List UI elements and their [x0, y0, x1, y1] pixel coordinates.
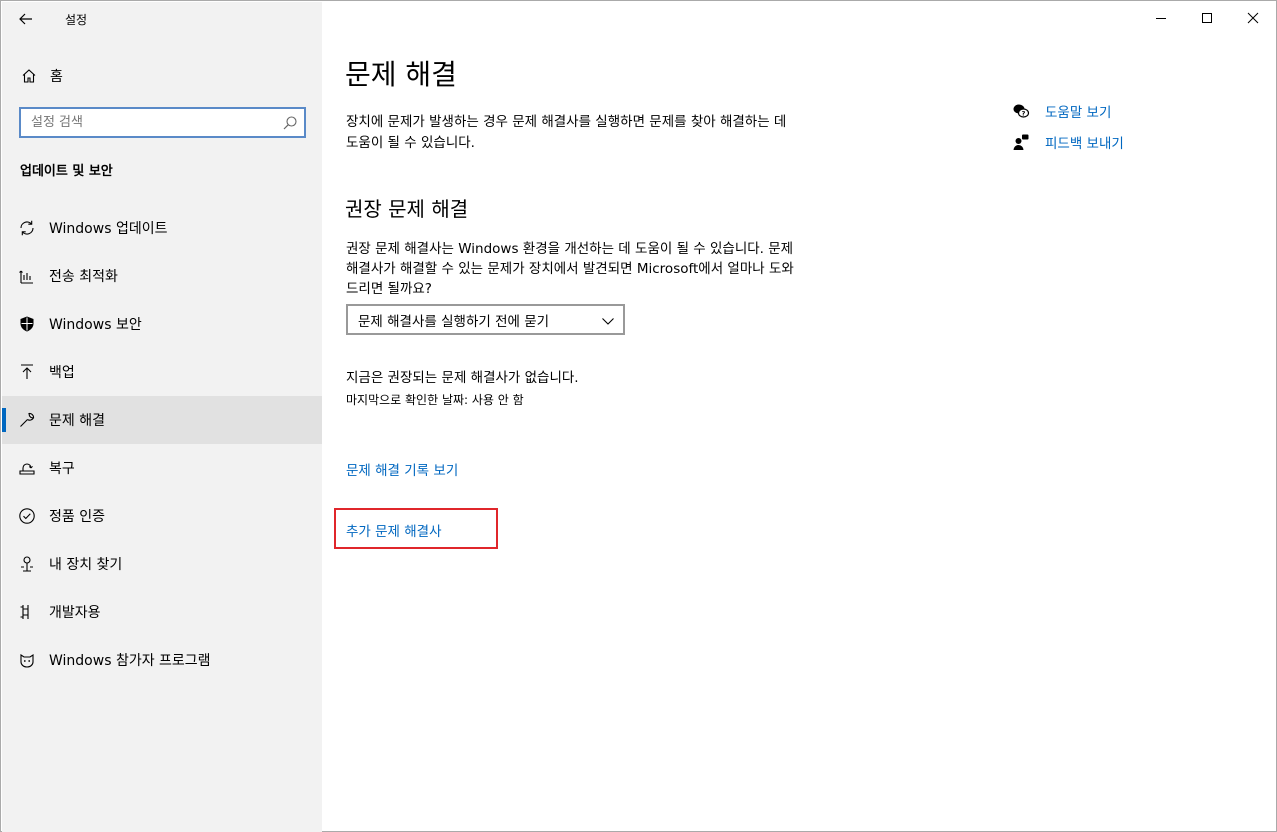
sidebar-item-windows-security[interactable]: Windows 보안: [2, 300, 322, 348]
give-feedback-link[interactable]: 피드백 보내기: [1011, 132, 1124, 152]
insider-cat-icon: [16, 651, 38, 669]
page-description: 장치에 문제가 발생하는 경우 문제 해결사를 실행하면 문제를 찾아 해결하는…: [346, 114, 787, 151]
minimize-icon: [1156, 18, 1166, 19]
help-label[interactable]: 도움말 보기: [1045, 101, 1111, 121]
sidebar-item-label: 문제 해결: [49, 413, 105, 429]
home-nav-item[interactable]: 홈: [2, 58, 322, 94]
close-icon: [1247, 12, 1259, 24]
home-icon: [18, 68, 40, 84]
additional-troubleshooters-link[interactable]: 추가 문제 해결사: [346, 520, 442, 540]
sidebar-item-label: 개발자용: [49, 605, 101, 621]
delivery-optimization-icon: [16, 267, 38, 285]
close-button[interactable]: [1230, 2, 1276, 34]
sidebar-item-delivery-optimization[interactable]: 전송 최적화: [2, 252, 322, 300]
find-device-icon: [16, 555, 38, 573]
sidebar-item-windows-update[interactable]: Windows 업데이트: [2, 204, 322, 252]
maximize-button[interactable]: [1184, 2, 1230, 34]
home-label: 홈: [50, 69, 63, 85]
sidebar-item-label: Windows 참가자 프로그램: [49, 653, 211, 669]
chevron-down-icon: [601, 313, 615, 332]
sidebar-item-label: Windows 업데이트: [49, 221, 168, 237]
settings-search-box[interactable]: [19, 107, 306, 138]
recommended-status-text: 지금은 권장되는 문제 해결사가 없습니다.: [346, 370, 579, 386]
sidebar-item-label: 복구: [49, 461, 75, 477]
recovery-icon: [16, 459, 38, 477]
backup-arrow-icon: [16, 363, 38, 381]
help-chat-icon: ?: [1011, 102, 1031, 120]
sidebar-item-label: 내 장치 찾기: [49, 557, 123, 573]
sidebar-item-label: 백업: [49, 365, 75, 381]
dropdown-selected-value: 문제 해결사를 실행하기 전에 묻기: [358, 313, 550, 330]
view-troubleshoot-history-link[interactable]: 문제 해결 기록 보기: [346, 459, 458, 479]
sidebar-item-activation[interactable]: 정품 인증: [2, 492, 322, 540]
developer-icon: [16, 603, 38, 621]
maximize-icon: [1202, 13, 1212, 23]
search-input[interactable]: [21, 109, 271, 136]
sidebar-item-windows-insider[interactable]: Windows 참가자 프로그램: [2, 636, 322, 684]
back-button[interactable]: [10, 6, 42, 32]
sidebar-item-for-developers[interactable]: 개발자용: [2, 588, 322, 636]
get-help-link[interactable]: ? 도움말 보기: [1011, 101, 1111, 121]
sidebar-item-label: Windows 보안: [49, 317, 142, 333]
svg-text:?: ?: [1022, 110, 1026, 118]
wrench-icon: [16, 411, 38, 429]
last-checked-text: 마지막으로 확인한 날짜: 사용 안 함: [346, 393, 524, 407]
section-title: 업데이트 및 보안: [20, 164, 113, 179]
recommended-troubleshooting-title: 권장 문제 해결: [345, 197, 469, 221]
sidebar-item-label: 전송 최적화: [49, 269, 118, 285]
back-arrow-icon: [19, 13, 32, 25]
sidebar-item-find-my-device[interactable]: 내 장치 찾기: [2, 540, 322, 588]
title-bar: 설정: [2, 2, 322, 36]
recommended-troubleshooting-description: 권장 문제 해결사는 Windows 환경을 개선하는 데 도움이 될 수 있습…: [346, 241, 794, 297]
check-circle-icon: [16, 507, 38, 525]
sync-icon: [16, 219, 38, 237]
settings-window: 설정 홈 업데이트 및 보안 Windows 업데이트: [0, 0, 1277, 832]
feedback-person-icon: [1011, 133, 1031, 151]
app-title: 설정: [65, 13, 88, 27]
search-icon[interactable]: [282, 115, 298, 135]
sidebar-item-label: 정품 인증: [49, 509, 105, 525]
sidebar-item-recovery[interactable]: 복구: [2, 444, 322, 492]
feedback-label[interactable]: 피드백 보내기: [1045, 132, 1124, 152]
shield-icon: [16, 315, 38, 333]
troubleshooter-preference-dropdown[interactable]: 문제 해결사를 실행하기 전에 묻기: [346, 304, 625, 335]
sidebar-item-backup[interactable]: 백업: [2, 348, 322, 396]
sidebar-nav: Windows 업데이트 전송 최적화 Windows 보안 백업 문제 해결 …: [2, 204, 322, 684]
page-title: 문제 해결: [345, 58, 457, 91]
sidebar: 설정 홈 업데이트 및 보안 Windows 업데이트: [2, 2, 322, 832]
sidebar-item-troubleshoot[interactable]: 문제 해결: [2, 396, 322, 444]
minimize-button[interactable]: [1138, 2, 1184, 34]
